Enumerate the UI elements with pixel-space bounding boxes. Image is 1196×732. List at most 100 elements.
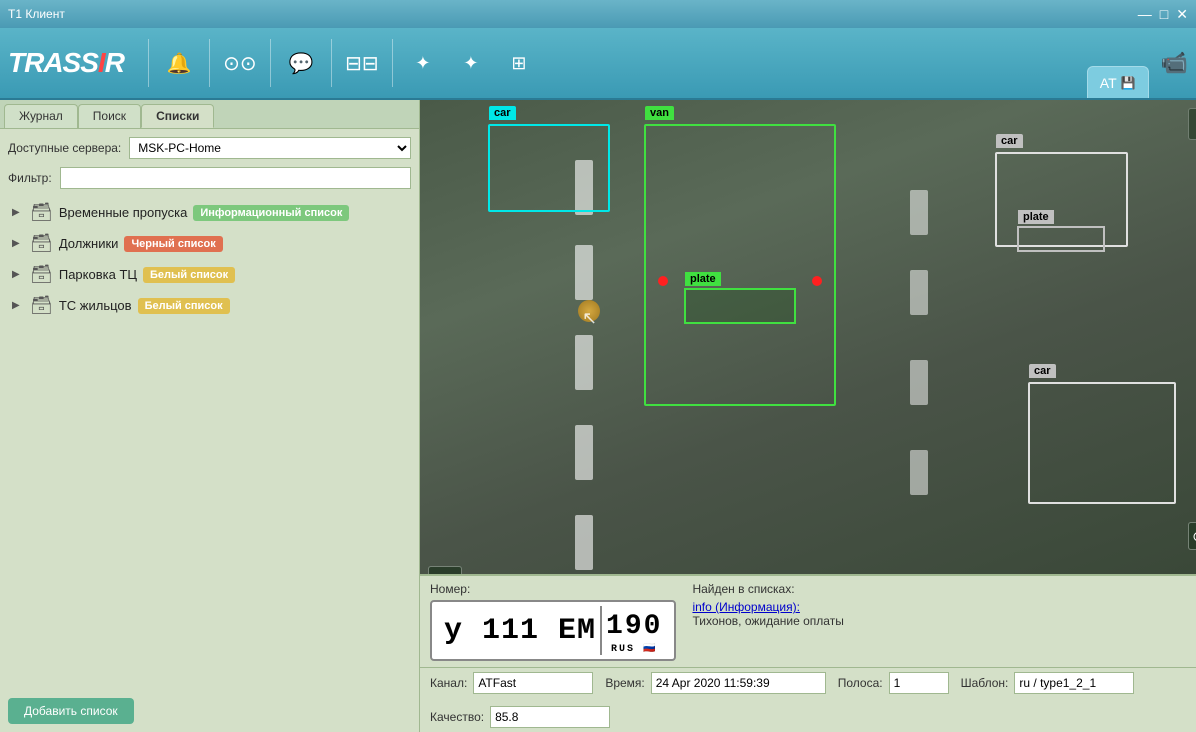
- filter-label: Фильтр:: [8, 171, 52, 185]
- tab-at-label: AT: [1100, 75, 1117, 91]
- badge-0: Информационный список: [193, 205, 349, 221]
- right-panel: car van plate car: [420, 100, 1196, 732]
- road-scene: car van plate car: [420, 100, 1196, 574]
- grid-button[interactable]: ⊞: [497, 41, 541, 85]
- left-content: Доступные сервера: MSK-PC-Home Фильтр: ▶…: [0, 129, 419, 690]
- logo: TRASSIR: [8, 47, 124, 79]
- puzzle-button[interactable]: ✦: [449, 41, 493, 85]
- toolbar-divider-4: [331, 39, 332, 87]
- messages-button[interactable]: 💬: [279, 41, 323, 85]
- plate-section: Номер: у 111 ЕМ 190 RUS 🇷🇺: [430, 582, 676, 661]
- close-button[interactable]: ✕: [1176, 6, 1188, 23]
- tab-save-icon: 💾: [1121, 76, 1136, 90]
- snapshot-button[interactable]: 📷: [428, 566, 462, 574]
- circles-button[interactable]: ⊙⊙: [218, 41, 262, 85]
- tab-search[interactable]: Поиск: [78, 104, 141, 128]
- list-icon-2: 🗃: [30, 264, 53, 285]
- camera-button[interactable]: 📹: [1161, 50, 1188, 76]
- list-name-1: Должники: [59, 236, 119, 251]
- add-list-button[interactable]: Добавить список: [8, 698, 134, 724]
- list-item-0[interactable]: ▶ 🗃 Временные пропуска Информационный сп…: [8, 197, 411, 228]
- road-stripe-2: [575, 245, 593, 300]
- expand-arrow-0: ▶: [12, 207, 24, 218]
- tab-lists[interactable]: Списки: [141, 104, 214, 128]
- filter-input[interactable]: [60, 167, 411, 189]
- car2-plate-label: plate: [1018, 210, 1054, 224]
- toolbar-divider-2: [209, 39, 210, 87]
- toolbar: TRASSIR 🔔 ⊙⊙ 💬 ⊟⊟ ✦ ✦ ⊞ AT 💾 📹: [0, 28, 1196, 100]
- list-icon-3: 🗃: [30, 295, 53, 316]
- van-light-2: [812, 276, 822, 286]
- template-input[interactable]: [1014, 672, 1134, 694]
- road-stripe-8: [910, 360, 928, 405]
- lane-field: Полоса:: [838, 672, 949, 694]
- detection-box-car1: car: [488, 124, 610, 212]
- zoom-button[interactable]: ⊕: [1188, 108, 1196, 140]
- detection-box-car2: car plate: [995, 152, 1128, 247]
- template-field: Шаблон:: [961, 672, 1135, 694]
- tab-at[interactable]: AT 💾: [1087, 66, 1149, 98]
- detection-label-car3: car: [1029, 364, 1056, 378]
- toolbar-divider-1: [148, 39, 149, 87]
- tab-journal[interactable]: Журнал: [4, 104, 78, 128]
- lane-input[interactable]: [889, 672, 949, 694]
- server-select[interactable]: MSK-PC-Home: [129, 137, 411, 159]
- road-stripe-7: [910, 270, 928, 315]
- server-row: Доступные сервера: MSK-PC-Home: [8, 137, 411, 159]
- main-content: Журнал Поиск Списки Доступные сервера: M…: [0, 100, 1196, 732]
- quality-field: Качество:: [430, 706, 610, 728]
- toolbar-divider-5: [392, 39, 393, 87]
- filter-row: Фильтр:: [8, 167, 411, 189]
- van-plate-label: plate: [685, 272, 721, 286]
- circles3-button[interactable]: ⊙⊙: [1188, 522, 1196, 550]
- list-name-2: Парковка ТЦ: [59, 267, 137, 282]
- title-bar: T1 Клиент — □ ✕: [0, 0, 1196, 28]
- found-link[interactable]: info (Информация):: [692, 600, 1186, 614]
- list-item-1[interactable]: ▶ 🗃 Должники Черный список: [8, 228, 411, 259]
- car2-plate-box: plate: [1017, 226, 1105, 252]
- camera-view: car van plate car: [420, 100, 1196, 574]
- detection-label-car2: car: [996, 134, 1023, 148]
- plate-number-label: Номер:: [430, 582, 676, 596]
- road-stripe-4: [575, 425, 593, 480]
- magic-button[interactable]: ✦: [401, 41, 445, 85]
- expand-arrow-3: ▶: [12, 300, 24, 311]
- quality-input[interactable]: [490, 706, 610, 728]
- sub-tabs: Журнал Поиск Списки: [0, 100, 419, 129]
- time-label: Время:: [605, 676, 644, 690]
- detection-box-car3: car: [1028, 382, 1176, 504]
- found-label: Найден в списках:: [692, 582, 1186, 596]
- list-item-2[interactable]: ▶ 🗃 Парковка ТЦ Белый список: [8, 259, 411, 290]
- window-controls[interactable]: — □ ✕: [1138, 6, 1188, 23]
- list-item-3[interactable]: ▶ 🗃 ТС жильцов Белый список: [8, 290, 411, 321]
- channel-input[interactable]: [473, 672, 593, 694]
- minimize-button[interactable]: —: [1138, 6, 1152, 23]
- server-label: Доступные сервера:: [8, 141, 121, 155]
- plate-number-display: у 111 ЕМ 190 RUS 🇷🇺: [430, 600, 676, 661]
- maximize-button[interactable]: □: [1160, 6, 1168, 23]
- time-input[interactable]: [651, 672, 826, 694]
- list-button[interactable]: ⊟⊟: [340, 41, 384, 85]
- bottom-fields: Канал: Время: Полоса: Шаблон: Качество:: [420, 667, 1196, 732]
- detection-label-car1: car: [489, 106, 516, 120]
- plate-right: 190 RUS 🇷🇺: [600, 606, 662, 655]
- van-light-1: [658, 276, 668, 286]
- cursor-indicator: ↖: [582, 308, 597, 329]
- left-panel: Журнал Поиск Списки Доступные сервера: M…: [0, 100, 420, 732]
- logo-r: I: [98, 47, 105, 78]
- plate-text: у 111 ЕМ: [444, 614, 596, 648]
- detection-box-van: van plate: [644, 124, 836, 406]
- template-label: Шаблон:: [961, 676, 1009, 690]
- plate-region: 190: [606, 611, 662, 642]
- expand-arrow-2: ▶: [12, 269, 24, 280]
- quality-label: Качество:: [430, 710, 484, 724]
- channel-field: Канал:: [430, 672, 593, 694]
- toolbar-tabs: AT 💾: [1087, 28, 1149, 98]
- notifications-button[interactable]: 🔔: [157, 41, 201, 85]
- list-icon-1: 🗃: [30, 233, 53, 254]
- detection-label-van: van: [645, 106, 674, 120]
- found-detail: Тихонов, ожидание оплаты: [692, 614, 1186, 628]
- road-stripe-5: [575, 515, 593, 570]
- road-stripe-6: [910, 190, 928, 235]
- lane-label: Полоса:: [838, 676, 883, 690]
